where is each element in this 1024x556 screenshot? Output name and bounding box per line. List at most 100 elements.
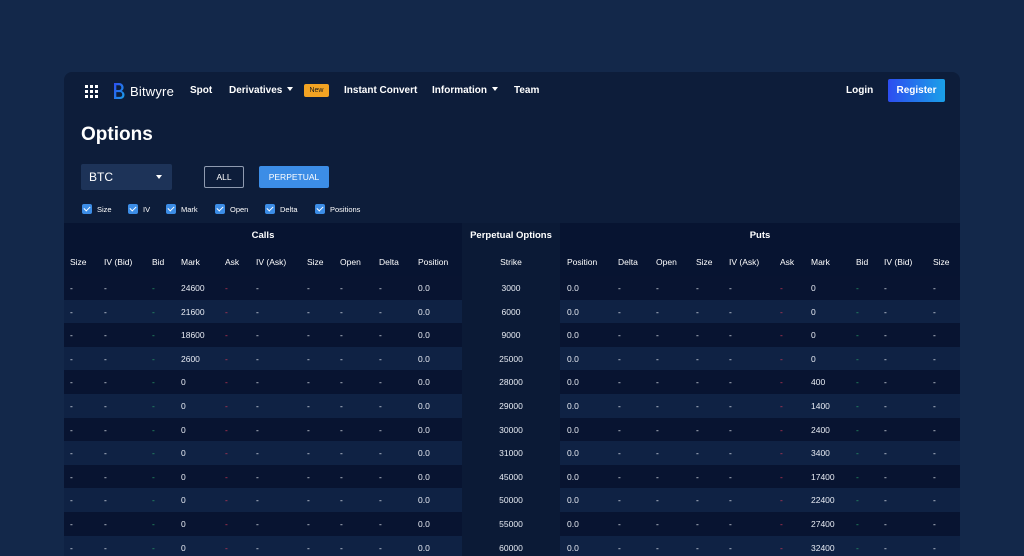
call-bid-cell[interactable]: - (152, 465, 155, 489)
nav-link-team[interactable]: Team (514, 85, 539, 96)
puts-column-header[interactable]: Mark (811, 248, 830, 276)
toggle-mark[interactable]: Mark (166, 203, 198, 215)
put-ask-cell[interactable]: - (780, 347, 783, 371)
strike-column-header[interactable]: Strike (462, 248, 560, 276)
put-bid-cell[interactable]: - (856, 323, 859, 347)
call-bid-cell[interactable]: - (152, 347, 155, 371)
calls-column-header[interactable]: IV (Ask) (256, 248, 286, 276)
table-row[interactable]: - - - 0 - - - - - 0.0 60000 0.0 - - - - - 32400 - - - (64, 535, 960, 556)
login-link[interactable]: Login (846, 85, 873, 96)
toggle-positions[interactable]: Positions (315, 203, 360, 215)
call-bid-cell[interactable]: - (152, 441, 155, 465)
call-bid-cell[interactable]: - (152, 300, 155, 324)
put-bid-cell[interactable]: - (856, 536, 859, 556)
calls-column-header[interactable]: IV (Bid) (104, 248, 132, 276)
nav-link-instant-convert[interactable]: Instant Convert (344, 85, 417, 96)
call-bid-cell[interactable]: - (152, 323, 155, 347)
call-ask-cell[interactable]: - (225, 465, 228, 489)
table-row[interactable]: - - - 0 - - - - - 0.0 28000 0.0 - - - - - 400 - - - (64, 370, 960, 395)
put-ask-cell[interactable]: - (780, 536, 783, 556)
puts-column-header[interactable]: Ask (780, 248, 794, 276)
toggle-open[interactable]: Open (215, 203, 248, 215)
calls-column-header[interactable]: Size (70, 248, 87, 276)
call-bid-cell[interactable]: - (152, 418, 155, 442)
put-ask-cell[interactable]: - (780, 488, 783, 512)
calls-column-header[interactable]: Ask (225, 248, 239, 276)
put-bid-cell[interactable]: - (856, 418, 859, 442)
call-bid-cell[interactable]: - (152, 488, 155, 512)
put-ask-cell[interactable]: - (780, 512, 783, 536)
apps-grid-icon[interactable] (85, 85, 98, 98)
put-bid-cell[interactable]: - (856, 276, 859, 300)
checkbox-checked-icon[interactable] (166, 204, 176, 214)
nav-link-information[interactable]: Information (432, 85, 498, 96)
calls-column-header[interactable]: Open (340, 248, 361, 276)
put-ask-cell[interactable]: - (780, 418, 783, 442)
call-ask-cell[interactable]: - (225, 418, 228, 442)
put-ask-cell[interactable]: - (780, 441, 783, 465)
table-row[interactable]: - - - 0 - - - - - 0.0 50000 0.0 - - - - - 22400 - - - (64, 488, 960, 513)
call-ask-cell[interactable]: - (225, 488, 228, 512)
table-row[interactable]: - - - 0 - - - - - 0.0 55000 0.0 - - - - - 27400 - - - (64, 512, 960, 536)
table-row[interactable]: - - - 21600 - - - - - 0.0 6000 0.0 - - - - - 0 - - - (64, 299, 960, 324)
puts-column-header[interactable]: Delta (618, 248, 638, 276)
calls-column-header[interactable]: Mark (181, 248, 200, 276)
put-bid-cell[interactable]: - (856, 300, 859, 324)
puts-column-header[interactable]: Open (656, 248, 677, 276)
table-row[interactable]: - - - 0 - - - - - 0.0 29000 0.0 - - - - - 1400 - - - (64, 394, 960, 418)
put-ask-cell[interactable]: - (780, 323, 783, 347)
call-ask-cell[interactable]: - (225, 394, 228, 418)
calls-column-header[interactable]: Bid (152, 248, 164, 276)
puts-column-header[interactable]: IV (Ask) (729, 248, 759, 276)
put-ask-cell[interactable]: - (780, 276, 783, 300)
call-ask-cell[interactable]: - (225, 536, 228, 556)
call-ask-cell[interactable]: - (225, 512, 228, 536)
call-ask-cell[interactable]: - (225, 347, 228, 371)
checkbox-checked-icon[interactable] (128, 204, 138, 214)
nav-link-derivatives[interactable]: Derivatives (229, 85, 294, 96)
table-row[interactable]: - - - 24600 - - - - - 0.0 3000 0.0 - - - - - 0 - - - (64, 276, 960, 300)
checkbox-checked-icon[interactable] (82, 204, 92, 214)
table-row[interactable]: - - - 0 - - - - - 0.0 31000 0.0 - - - - - 3400 - - - (64, 441, 960, 466)
checkbox-checked-icon[interactable] (315, 204, 325, 214)
puts-column-header[interactable]: Size (933, 248, 950, 276)
table-row[interactable]: - - - 0 - - - - - 0.0 30000 0.0 - - - - - 2400 - - - (64, 417, 960, 442)
filter-all-button[interactable]: ALL (204, 166, 244, 188)
put-ask-cell[interactable]: - (780, 465, 783, 489)
puts-column-header[interactable]: Bid (856, 248, 868, 276)
filter-perpetual-button[interactable]: PERPETUAL (259, 166, 329, 188)
put-bid-cell[interactable]: - (856, 394, 859, 418)
call-ask-cell[interactable]: - (225, 370, 228, 394)
put-ask-cell[interactable]: - (780, 300, 783, 324)
put-ask-cell[interactable]: - (780, 370, 783, 394)
call-ask-cell[interactable]: - (225, 276, 228, 300)
nav-link-spot[interactable]: Spot (190, 85, 212, 96)
table-row[interactable]: - - - 2600 - - - - - 0.0 25000 0.0 - - - - - 0 - - - (64, 346, 960, 371)
put-bid-cell[interactable]: - (856, 347, 859, 371)
put-bid-cell[interactable]: - (856, 488, 859, 512)
toggle-delta[interactable]: Delta (265, 203, 298, 215)
call-ask-cell[interactable]: - (225, 441, 228, 465)
call-bid-cell[interactable]: - (152, 394, 155, 418)
calls-column-header[interactable]: Delta (379, 248, 399, 276)
checkbox-checked-icon[interactable] (215, 204, 225, 214)
call-bid-cell[interactable]: - (152, 512, 155, 536)
bitwyre-logo[interactable]: Bitwyre (112, 81, 174, 101)
puts-column-header[interactable]: IV (Bid) (884, 248, 912, 276)
asset-select[interactable]: BTC (81, 164, 172, 190)
toggle-size[interactable]: Size (82, 203, 112, 215)
puts-column-header[interactable]: Size (696, 248, 713, 276)
put-bid-cell[interactable]: - (856, 441, 859, 465)
put-ask-cell[interactable]: - (780, 394, 783, 418)
call-bid-cell[interactable]: - (152, 276, 155, 300)
call-ask-cell[interactable]: - (225, 300, 228, 324)
toggle-iv[interactable]: IV (128, 203, 150, 215)
put-bid-cell[interactable]: - (856, 512, 859, 536)
table-row[interactable]: - - - 0 - - - - - 0.0 45000 0.0 - - - - - 17400 - - - (64, 464, 960, 489)
call-bid-cell[interactable]: - (152, 370, 155, 394)
checkbox-checked-icon[interactable] (265, 204, 275, 214)
register-button[interactable]: Register (888, 79, 945, 102)
call-bid-cell[interactable]: - (152, 536, 155, 556)
put-bid-cell[interactable]: - (856, 465, 859, 489)
puts-column-header[interactable]: Position (567, 248, 597, 276)
